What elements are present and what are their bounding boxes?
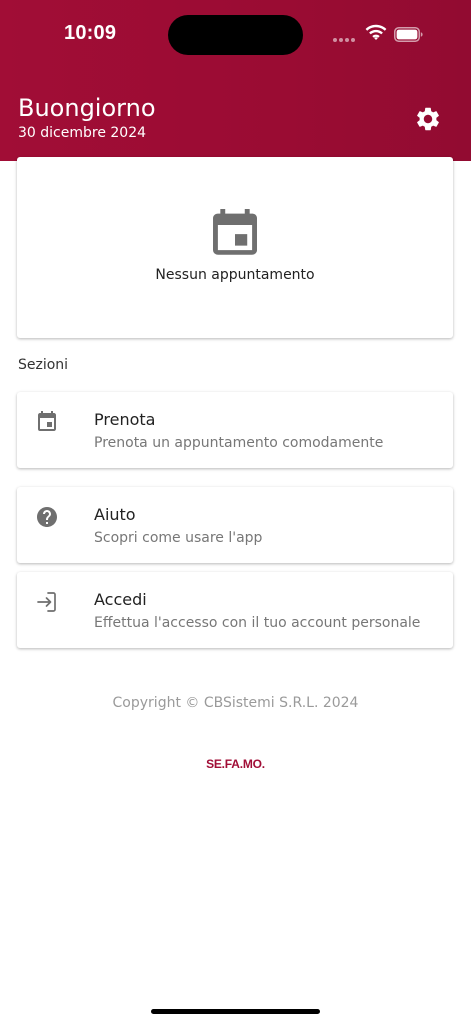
help-icon xyxy=(37,507,57,527)
home-indicator[interactable] xyxy=(151,1009,320,1014)
section-item-subtitle: Effettua l'accesso con il tuo account pe… xyxy=(94,615,421,631)
app-header: 10:09 Buongiorno 30 dicembre 2024 xyxy=(0,0,471,161)
section-item-subtitle: Scopri come usare l'app xyxy=(94,530,263,546)
sections-title: Sezioni xyxy=(18,357,69,373)
appointments-card: Nessun appuntamento xyxy=(17,157,453,338)
greeting-title: Buongiorno xyxy=(18,94,156,122)
section-item-title: Prenota xyxy=(94,410,156,429)
battery-icon xyxy=(394,27,423,42)
login-icon xyxy=(37,592,56,612)
calendar-icon xyxy=(38,411,56,431)
gear-icon[interactable] xyxy=(414,105,442,133)
wifi-icon xyxy=(365,24,387,40)
section-item-title: Aiuto xyxy=(94,505,136,524)
section-item-aiuto[interactable]: Aiuto Scopri come usare l'app xyxy=(17,487,453,563)
copyright-text: Copyright © CBSistemi S.R.L. 2024 xyxy=(112,695,359,711)
brand-logo: SE.FA.MO. xyxy=(206,757,265,771)
dynamic-island xyxy=(168,15,303,55)
signal-dots-icon xyxy=(333,38,355,42)
section-item-subtitle: Prenota un appuntamento comodamente xyxy=(94,435,384,451)
calendar-icon xyxy=(213,209,257,255)
status-time: 10:09 xyxy=(64,22,117,44)
section-item-title: Accedi xyxy=(94,590,147,609)
section-item-prenota[interactable]: Prenota Prenota un appuntamento comodame… xyxy=(17,392,453,468)
header-date: 30 dicembre 2024 xyxy=(18,125,147,141)
section-item-accedi[interactable]: Accedi Effettua l'accesso con il tuo acc… xyxy=(17,572,453,648)
empty-appointments-text: Nessun appuntamento xyxy=(155,267,315,283)
